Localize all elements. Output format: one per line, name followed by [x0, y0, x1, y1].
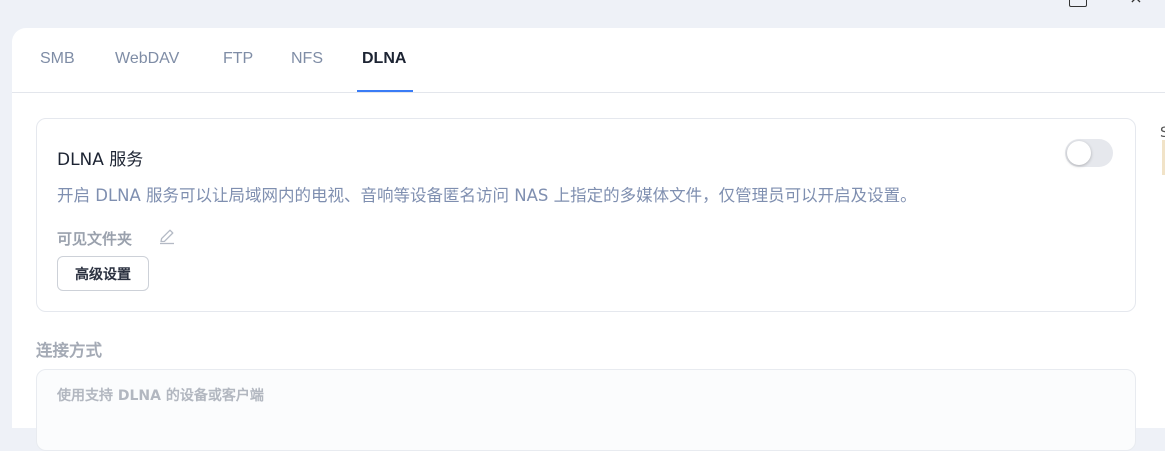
advanced-settings-button[interactable]: 高级设置 [57, 256, 149, 291]
connection-hint: 使用支持 DLNA 的设备或客户端 [57, 388, 264, 404]
tab-bar: SMB WebDAV FTP NFS DLNA [12, 28, 1165, 93]
dlna-service-title: DLNA 服务 [57, 150, 144, 170]
tab-ftp[interactable]: FTP [223, 50, 253, 68]
dlna-service-toggle[interactable] [1065, 139, 1113, 167]
tab-smb[interactable]: SMB [40, 50, 75, 68]
edge-clipped-text: S [1160, 125, 1165, 141]
maximize-button[interactable] [1069, 0, 1087, 7]
visible-folders-label: 可见文件夹 [57, 230, 133, 248]
window-controls: × [1011, 0, 1145, 7]
connection-card: 使用支持 DLNA 的设备或客户端 [36, 369, 1136, 451]
close-icon[interactable]: × [1127, 0, 1145, 7]
edit-pencil-icon[interactable] [157, 226, 177, 246]
active-tab-indicator [357, 90, 413, 92]
tab-nfs[interactable]: NFS [291, 50, 323, 68]
settings-panel: SMB WebDAV FTP NFS DLNA DLNA 服务 开启 DLNA … [12, 28, 1165, 451]
dlna-description: 开启 DLNA 服务可以让局域网内的电视、音响等设备匿名访问 NAS 上指定的多… [57, 186, 917, 205]
connection-method-title: 连接方式 [36, 341, 102, 360]
toggle-knob [1067, 141, 1091, 165]
maximize-icon [1069, 0, 1087, 7]
tab-dlna[interactable]: DLNA [362, 50, 406, 68]
tab-webdav[interactable]: WebDAV [115, 50, 179, 68]
dlna-service-card: DLNA 服务 开启 DLNA 服务可以让局域网内的电视、音响等设备匿名访问 N… [36, 118, 1136, 312]
